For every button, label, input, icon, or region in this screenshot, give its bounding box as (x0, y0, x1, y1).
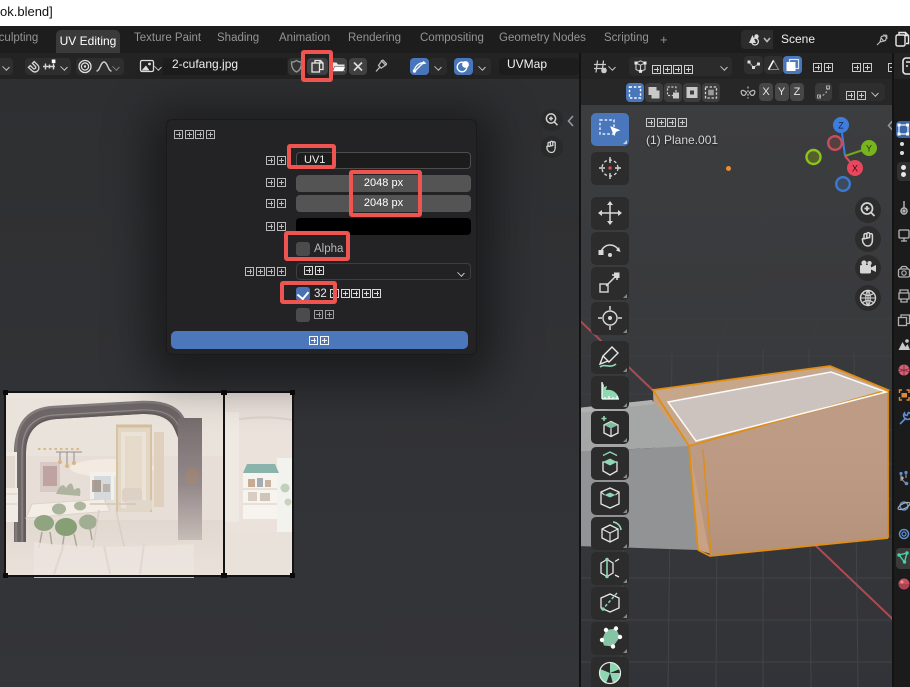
svg-text:X: X (852, 164, 858, 174)
svg-text:Z: Z (838, 121, 844, 131)
svg-text:Y: Y (866, 144, 872, 154)
